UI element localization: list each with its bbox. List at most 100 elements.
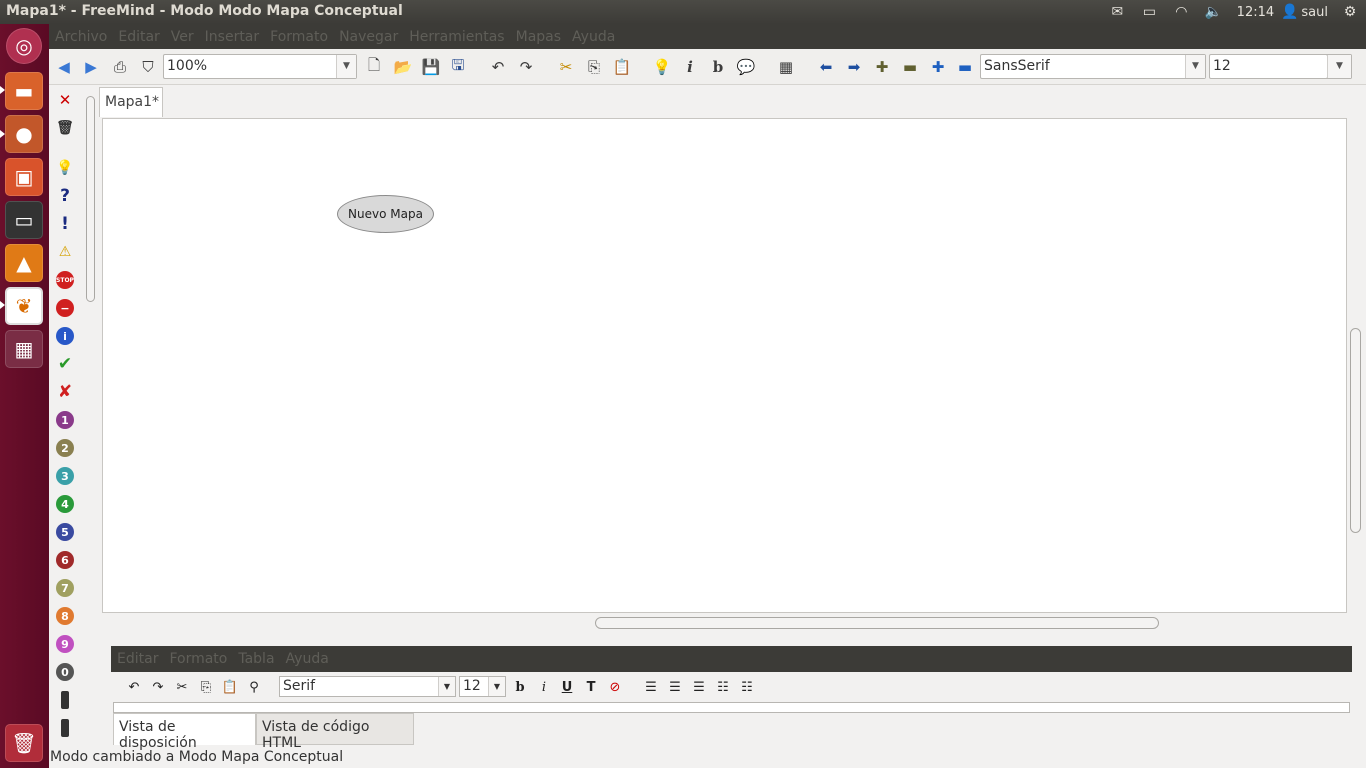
warning-icon[interactable]: ⚠ [56, 243, 74, 261]
editor-font-select[interactable]: Serif ▼ [279, 676, 456, 697]
arrow-right-icon[interactable]: ➡ [844, 57, 864, 77]
font-size-dropdown[interactable]: ▼ [1326, 54, 1352, 79]
check-icon[interactable]: ✔ [56, 354, 74, 374]
italic-icon[interactable]: i [680, 57, 700, 77]
font-select[interactable]: SansSerif ▼ [980, 54, 1206, 79]
priority-8-icon[interactable]: 8 [56, 607, 74, 625]
paste-icon[interactable]: 📋 [221, 678, 239, 696]
underline-icon[interactable]: U [558, 678, 576, 696]
numbered-list-icon[interactable]: ☷ [738, 678, 756, 696]
arrow-left-icon[interactable]: ⬅ [816, 57, 836, 77]
menu-editar[interactable]: Editar [118, 29, 159, 45]
bold-icon[interactable]: b [708, 57, 728, 77]
traffic-light-yellow-icon[interactable] [61, 719, 69, 737]
important-icon[interactable]: ! [56, 214, 74, 234]
priority-3-icon[interactable]: 3 [56, 467, 74, 485]
icon-sidebar-scrollbar[interactable] [82, 86, 98, 750]
root-node[interactable]: Nuevo Mapa [337, 195, 434, 233]
editor-menu-tabla[interactable]: Tabla [238, 651, 274, 667]
bullet-list-icon[interactable]: ☷ [714, 678, 732, 696]
editor-menu-formato[interactable]: Formato [169, 651, 227, 667]
horizontal-scrollbar[interactable] [102, 615, 1347, 631]
idea-icon[interactable]: 💡 [56, 159, 74, 177]
tab-mapa1[interactable]: Mapa1* [99, 87, 163, 117]
redo-icon[interactable]: ↷ [149, 678, 167, 696]
note-editor-field[interactable] [113, 702, 1350, 713]
back-icon[interactable]: ◀ [54, 57, 74, 77]
freemind-icon[interactable]: ❦ [5, 287, 43, 325]
bulb-icon[interactable]: 💡 [652, 57, 672, 77]
tab-html-view[interactable]: Vista de código HTML [256, 713, 414, 751]
software-center-icon[interactable]: ▣ [5, 158, 43, 196]
gear-icon[interactable]: ⚙ [1334, 4, 1366, 20]
terminal-icon[interactable]: ▭ [5, 201, 43, 239]
clear-format-icon[interactable]: ⊘ [606, 678, 624, 696]
remove-all-icon[interactable]: 🗑 [56, 119, 74, 137]
volume-icon[interactable]: 🔈 [1197, 4, 1229, 20]
text-color-icon[interactable]: T [582, 678, 600, 696]
priority-1-icon[interactable]: 1 [56, 411, 74, 429]
menu-archivo[interactable]: Archivo [55, 29, 107, 45]
remove-last-icon[interactable]: ✕ [56, 91, 74, 109]
align-left-icon[interactable]: ☰ [642, 678, 660, 696]
vertical-scrollbar[interactable] [1349, 118, 1364, 613]
editor-menu-editar[interactable]: Editar [117, 651, 158, 667]
files-icon[interactable]: ▬ [5, 72, 43, 110]
tab-layout-view[interactable]: Vista de disposición [113, 713, 256, 751]
editor-font-size-select[interactable]: 12 ▼ [459, 676, 506, 697]
priority-6-icon[interactable]: 6 [56, 551, 74, 569]
scroll-thumb[interactable] [86, 96, 95, 302]
align-right-icon[interactable]: ☰ [690, 678, 708, 696]
menu-herramientas[interactable]: Herramientas [409, 29, 504, 45]
cut-icon[interactable]: ✂ [556, 57, 576, 77]
cancel-icon[interactable]: ✘ [56, 382, 74, 402]
open-icon[interactable]: 📂 [393, 57, 413, 77]
traffic-light-red-icon[interactable] [61, 691, 69, 709]
find-icon[interactable]: ⚲ [245, 678, 263, 696]
clock[interactable]: 12:14 [1229, 5, 1281, 20]
filter-icon[interactable]: ⛉ [138, 57, 158, 77]
menu-ver[interactable]: Ver [171, 29, 194, 45]
redo-icon[interactable]: ↷ [516, 57, 536, 77]
menu-ayuda[interactable]: Ayuda [572, 29, 615, 45]
workspace-switcher-icon[interactable]: ▦ [5, 330, 43, 368]
save-as-icon[interactable]: 🖫 [448, 56, 468, 77]
align-center-icon[interactable]: ☰ [666, 678, 684, 696]
cut-icon[interactable]: ✂ [173, 678, 191, 696]
minus-blue-icon[interactable]: ▬ [955, 57, 975, 77]
menu-formato[interactable]: Formato [270, 29, 328, 45]
menu-navegar[interactable]: Navegar [339, 29, 398, 45]
firefox-icon[interactable]: ● [5, 115, 43, 153]
plus-blue-icon[interactable]: ✚ [928, 57, 948, 77]
priority-7-icon[interactable]: 7 [56, 579, 74, 597]
forward-icon[interactable]: ▶ [81, 57, 101, 77]
priority-9-icon[interactable]: 9 [56, 635, 74, 653]
save-icon[interactable]: 💾 [421, 57, 441, 77]
zoom-select[interactable]: 100% ▼ [163, 54, 357, 79]
map-canvas[interactable] [102, 118, 1347, 613]
battery-icon[interactable]: ▭ [1133, 4, 1165, 20]
user-name[interactable]: saul [1295, 5, 1334, 20]
no-entry-icon[interactable]: − [56, 299, 74, 317]
scroll-thumb[interactable] [1350, 328, 1361, 533]
priority-0-icon[interactable]: 0 [56, 663, 74, 681]
trash-icon[interactable]: 🗑 [5, 724, 43, 762]
undo-icon[interactable]: ↶ [125, 678, 143, 696]
envelope-icon[interactable]: ✉ [1101, 4, 1133, 20]
question-icon[interactable]: ? [56, 186, 74, 206]
editor-menu-ayuda[interactable]: Ayuda [286, 651, 329, 667]
paste-icon[interactable]: 📋 [612, 57, 632, 77]
vlc-icon[interactable]: ▲ [5, 244, 43, 282]
menu-mapas[interactable]: Mapas [516, 29, 561, 45]
priority-5-icon[interactable]: 5 [56, 523, 74, 541]
italic-icon[interactable]: i [535, 678, 553, 696]
minus-icon[interactable]: ▬ [900, 57, 920, 77]
plus-icon[interactable]: ✚ [872, 57, 892, 77]
copy-icon[interactable]: ⎘ [584, 57, 604, 77]
cloud-icon[interactable]: 💬 [736, 57, 756, 77]
new-map-icon[interactable]: 🗋 [364, 56, 384, 77]
print-icon[interactable]: ⎙ [110, 57, 130, 77]
copy-icon[interactable]: ⎘ [197, 678, 215, 696]
scroll-thumb[interactable] [595, 617, 1159, 629]
ubuntu-dash-icon[interactable]: ◎ [6, 28, 42, 64]
